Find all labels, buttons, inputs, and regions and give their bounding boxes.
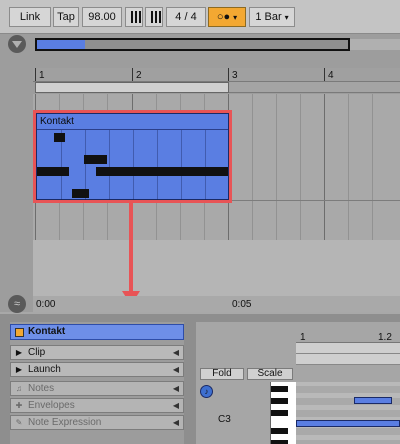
clip-color-swatch[interactable] [15, 328, 24, 337]
section-envelopes[interactable]: ✚ Envelopes ◀ [10, 398, 184, 413]
transport-bar: Link Tap 98.00 4 / 4 ○● ▾ 1 Bar ▾ [0, 0, 400, 34]
bar-number: 2 [136, 70, 142, 81]
notes-icon: ♫ [16, 384, 22, 393]
section-label: Clip [28, 347, 46, 358]
collapse-arrow-icon[interactable]: ◀ [173, 416, 179, 429]
empty-track-lane[interactable] [33, 240, 400, 296]
headphones-icon[interactable]: ♪ [200, 385, 213, 398]
note-editor-ruler[interactable]: 1 1.2 [296, 332, 400, 343]
section-clip[interactable]: ▶ Clip ◀ [10, 345, 184, 360]
scale-button[interactable]: Scale [247, 368, 293, 380]
collapse-arrow-icon[interactable]: ◀ [173, 363, 179, 376]
collapse-arrow-icon[interactable]: ◀ [173, 399, 179, 412]
nudge-button[interactable] [125, 7, 143, 27]
tempo-field[interactable]: 98.00 [82, 7, 122, 27]
envelopes-icon: ✚ [15, 401, 23, 410]
loop-brace[interactable] [35, 82, 229, 93]
ruler-label: 1.2 [378, 332, 392, 343]
note-grid[interactable] [296, 382, 400, 444]
quantize-select[interactable]: 1 Bar ▾ [249, 7, 295, 27]
collapse-arrow-icon[interactable]: ◀ [173, 346, 179, 359]
link-button[interactable]: Link [9, 7, 51, 27]
clip-header[interactable]: Kontakt [10, 324, 184, 340]
chevron-down-icon: ▾ [233, 13, 238, 22]
loop-lane [229, 82, 400, 93]
clip-header-label: Kontakt [28, 326, 66, 337]
record-icon: ○● [216, 11, 231, 23]
black-key[interactable] [271, 428, 288, 434]
section-label: Notes [28, 383, 55, 394]
overview-visible-region[interactable] [37, 40, 85, 49]
metronome-button[interactable] [145, 7, 163, 27]
fold-arrow-icon[interactable] [8, 35, 26, 53]
bar-number: 4 [328, 70, 334, 81]
nudge-icon [131, 11, 143, 23]
ruler-label: 1 [300, 332, 306, 343]
time-ruler[interactable]: 0:00 0:05 [33, 296, 400, 312]
overview-bar[interactable] [35, 38, 350, 51]
time-signature-field[interactable]: 4 / 4 [166, 7, 206, 27]
annotation-arrow-line [129, 203, 133, 293]
section-notes[interactable]: ♫ Notes ◀ [10, 381, 184, 396]
section-note-expression[interactable]: ✎ Note Expression ◀ [10, 415, 184, 430]
black-key[interactable] [271, 410, 288, 416]
collapse-arrow-icon[interactable]: ◀ [173, 382, 179, 395]
section-launch[interactable]: ▶ Launch ◀ [10, 362, 184, 377]
time-label: 0:00 [36, 299, 56, 310]
note-editor-start-marker[interactable] [296, 354, 400, 365]
metronome-icon [151, 11, 163, 23]
note-expression-icon: ✎ [15, 418, 23, 427]
piano-keyboard[interactable] [270, 382, 296, 444]
waveform-toggle-icon[interactable]: ≈ [8, 295, 26, 313]
time-label: 0:05 [232, 299, 252, 310]
key-label: C3 [218, 414, 231, 425]
tap-button[interactable]: Tap [53, 7, 79, 27]
record-quantize-button[interactable]: ○● ▾ [208, 7, 246, 27]
section-label: Envelopes [28, 400, 75, 411]
chevron-down-icon: ▾ [284, 13, 289, 22]
midi-note[interactable] [354, 397, 392, 404]
note-editor-loop-brace[interactable] [296, 343, 400, 354]
bar-number: 1 [39, 70, 45, 81]
clip-highlight-box [33, 110, 232, 203]
fold-button[interactable]: Fold [200, 368, 244, 380]
black-key[interactable] [271, 398, 288, 404]
section-label: Launch [28, 364, 61, 375]
midi-note[interactable] [296, 420, 400, 427]
bar-number: 3 [232, 70, 238, 81]
quantize-value: 1 Bar [255, 11, 282, 23]
beat-time-ruler[interactable]: 1 2 3 4 [33, 68, 400, 82]
black-key[interactable] [271, 440, 288, 444]
section-label: Note Expression [28, 417, 102, 428]
launch-icon: ▶ [15, 365, 23, 374]
clip-icon: ▶ [15, 348, 23, 357]
overview-remainder [350, 39, 400, 50]
black-key[interactable] [271, 386, 288, 392]
clip-properties-panel: Kontakt ▶ Clip ◀ ▶ Launch ◀ ♫ Notes ◀ ✚ … [10, 322, 184, 444]
